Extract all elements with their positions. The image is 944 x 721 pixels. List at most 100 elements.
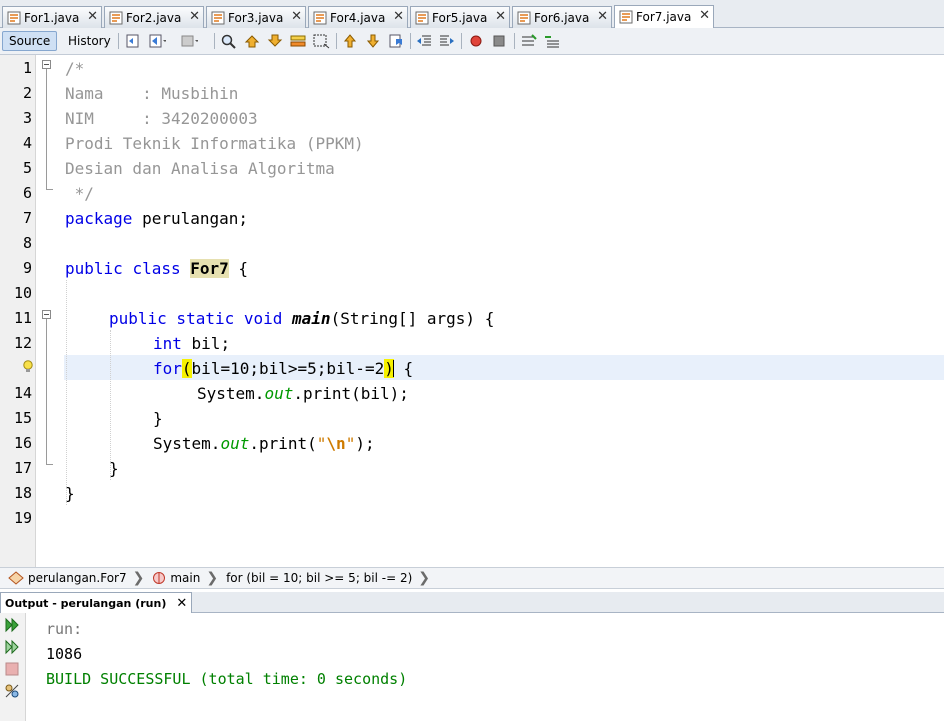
line-number: 2 <box>22 84 32 102</box>
tab-label: For1.java <box>24 10 80 25</box>
close-icon[interactable]: ✕ <box>189 9 200 25</box>
tab-for1-java[interactable]: For1.java ✕ <box>2 6 102 28</box>
tab-for3-java[interactable]: For3.java ✕ <box>206 6 306 28</box>
comment-icon[interactable] <box>520 33 538 49</box>
static-field: out <box>264 384 294 403</box>
keyword: for <box>153 359 182 378</box>
code-line-12: int bil; <box>153 331 230 356</box>
line-number: 12 <box>13 334 32 352</box>
close-icon[interactable]: ✕ <box>597 9 608 25</box>
close-icon[interactable]: ✕ <box>699 8 710 24</box>
output-tab-label: Output - perulangan (run) <box>5 596 167 610</box>
java-file-icon <box>619 10 633 24</box>
line-number: 3 <box>22 109 32 127</box>
toggle-bookmark-icon[interactable] <box>387 33 405 49</box>
fold-toggle-icon[interactable] <box>42 310 51 319</box>
code-line-13: for(bil=10;bil>=5;bil-=2) { <box>153 356 413 381</box>
code-line-14: System.out.print(bil); <box>197 381 409 406</box>
line-number: 7 <box>22 209 32 227</box>
keyword: class <box>132 259 181 278</box>
code-line-3: NIM : 3420200003 <box>65 109 258 128</box>
breadcrumb-item-class[interactable]: perulangan.For7 ❯ <box>8 570 144 586</box>
keyword: public static void <box>109 309 283 328</box>
code-line-15: } <box>153 409 163 428</box>
package-name: perulangan; <box>132 209 249 228</box>
breadcrumb-label: main <box>170 571 201 585</box>
breadcrumb-label: for (bil = 10; bil >= 5; bil -= 2) <box>226 571 413 585</box>
close-icon[interactable]: ✕ <box>291 9 302 25</box>
tab-for6-java[interactable]: For6.java ✕ <box>512 6 612 28</box>
breadcrumb-item-method[interactable]: main ❯ <box>152 570 218 586</box>
stop-macro-icon[interactable] <box>491 33 509 49</box>
shift-right-icon[interactable] <box>438 33 456 49</box>
tab-label: For2.java <box>126 10 182 25</box>
last-edit-icon[interactable] <box>124 33 142 49</box>
close-icon[interactable]: ✕ <box>393 9 404 25</box>
toolbar-separator <box>214 33 215 49</box>
line-number: 15 <box>13 409 32 427</box>
line-number: 18 <box>13 484 32 502</box>
line-number: 6 <box>22 184 32 202</box>
forward-icon[interactable] <box>180 33 198 49</box>
start-macro-icon[interactable] <box>468 33 486 49</box>
code-line-18: } <box>65 484 75 503</box>
code-line-11: public static void main(String[] args) { <box>109 306 494 331</box>
source-view-button[interactable]: Source <box>2 31 58 51</box>
line-number: 16 <box>13 434 32 452</box>
stop-icon[interactable] <box>4 661 20 677</box>
fold-guide-end <box>46 189 53 190</box>
find-next-icon[interactable] <box>266 33 284 49</box>
class-icon <box>8 571 24 585</box>
output-line: BUILD SUCCESSFUL (total time: 0 seconds) <box>46 670 408 688</box>
line-number: 9 <box>22 259 32 277</box>
close-icon[interactable]: ✕ <box>176 596 187 611</box>
tab-for7-java[interactable]: For7.java ✕ <box>614 5 714 28</box>
indent-guide <box>66 280 68 505</box>
lightbulb-hint-icon[interactable] <box>22 360 34 374</box>
shift-left-icon[interactable] <box>415 33 433 49</box>
fold-toggle-icon[interactable] <box>42 60 51 69</box>
toolbar-separator <box>410 33 411 49</box>
code-line-9: public class For7 { <box>65 256 248 281</box>
uncomment-icon[interactable] <box>543 33 561 49</box>
rerun-with-options-icon[interactable] <box>4 639 20 655</box>
find-selection-icon[interactable] <box>220 33 238 49</box>
file-tab-bar: For1.java ✕ For2.java ✕ For3.java ✕ For4… <box>0 0 944 28</box>
back-icon[interactable] <box>148 33 166 49</box>
toolbar-separator <box>461 33 462 49</box>
line-number: 8 <box>22 234 32 252</box>
class-ref: System. <box>197 384 265 403</box>
previous-bookmark-icon[interactable] <box>341 33 359 49</box>
tab-for2-java[interactable]: For2.java ✕ <box>104 6 204 28</box>
method-call: .print(bil); <box>293 384 409 403</box>
toggle-rect-selection-icon[interactable] <box>312 33 330 49</box>
history-view-button[interactable]: History <box>62 31 117 51</box>
line-number: 11 <box>13 309 32 327</box>
tab-for4-java[interactable]: For4.java ✕ <box>308 6 408 28</box>
breadcrumb-item-statement[interactable]: for (bil = 10; bil >= 5; bil -= 2) ❯ <box>226 570 430 586</box>
tab-label: For5.java <box>432 10 488 25</box>
method-call: .print( <box>249 434 317 453</box>
java-file-icon <box>211 11 225 25</box>
code-line-17: } <box>109 459 119 478</box>
next-bookmark-icon[interactable] <box>364 33 382 49</box>
code-editor[interactable]: 1 2 3 4 5 6 7 8 9 10 11 12 14 15 16 17 1… <box>0 55 944 567</box>
tab-for5-java[interactable]: For5.java ✕ <box>410 6 510 28</box>
tab-label: For4.java <box>330 10 386 25</box>
toggle-highlight-icon[interactable] <box>289 33 307 49</box>
string-quote: " <box>345 434 356 453</box>
brace: { <box>228 259 249 278</box>
code-line-7: package perulangan; <box>65 206 248 231</box>
rerun-icon[interactable] <box>4 617 20 633</box>
settings-icon[interactable] <box>4 683 20 699</box>
find-previous-icon[interactable] <box>243 33 261 49</box>
escape-sequence: \n <box>326 434 346 453</box>
close-icon[interactable]: ✕ <box>495 9 506 25</box>
tab-output[interactable]: Output - perulangan (run) ✕ <box>0 592 193 613</box>
brace: { <box>393 359 414 378</box>
toolbar-separator <box>336 33 337 49</box>
for-condition: bil=10;bil>=5;bil-=2 <box>191 359 385 378</box>
close-icon[interactable]: ✕ <box>87 9 98 25</box>
tab-label: For7.java <box>636 10 692 24</box>
chevron-right-icon: ❯ <box>132 570 145 586</box>
